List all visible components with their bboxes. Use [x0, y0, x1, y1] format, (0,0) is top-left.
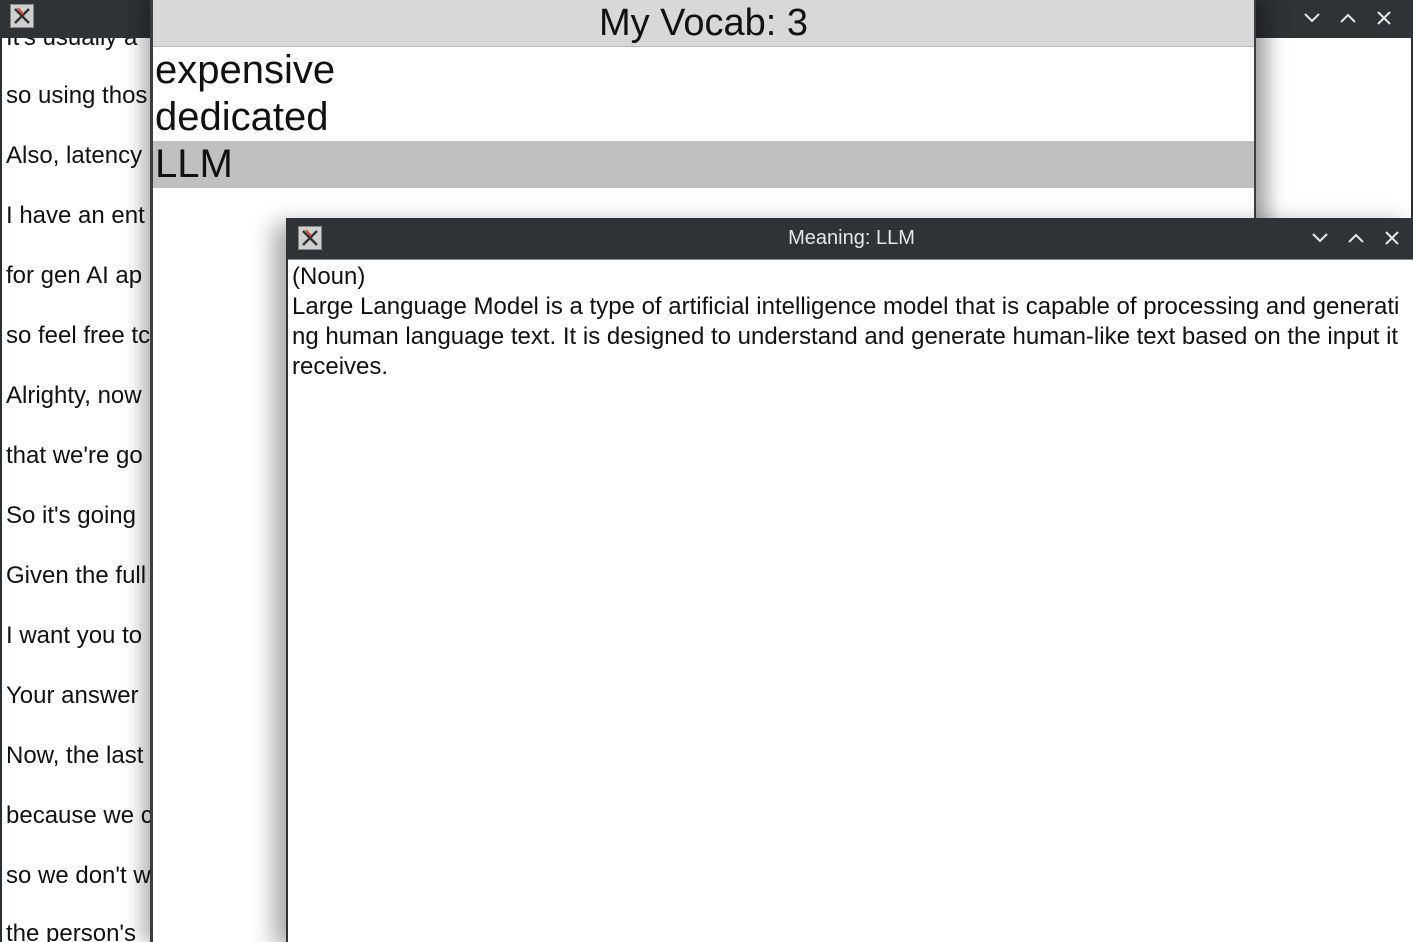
- meaning-window-title: Meaning: LLM: [788, 227, 915, 249]
- transcript-line: Now, the last: [6, 742, 144, 769]
- transcript-line: Your answer: [6, 682, 139, 709]
- transcript-line: so using thos: [6, 82, 148, 109]
- close-button[interactable]: [1370, 5, 1398, 31]
- vocab-count-header: My Vocab: 3: [153, 0, 1254, 47]
- transcript-line: I want you to: [6, 622, 143, 649]
- transcript-line: Alrighty, now: [6, 382, 142, 409]
- chevron-down-icon: [1312, 233, 1328, 243]
- app-icon: [10, 4, 34, 28]
- part-of-speech: (Noun): [292, 263, 366, 290]
- transcript-line: Also, latency: [6, 142, 143, 169]
- transcript-line: that we're go: [6, 442, 143, 469]
- definition-text: Large Language Model is a type of artifi…: [292, 293, 1400, 380]
- transcript-line: for gen AI ap: [6, 262, 143, 289]
- close-icon: [1385, 231, 1399, 245]
- minimize-button[interactable]: [1298, 5, 1326, 31]
- chevron-down-icon: [1304, 13, 1320, 23]
- vocab-item-selected[interactable]: LLM: [153, 141, 1254, 188]
- meaning-titlebar[interactable]: Meaning: LLM: [288, 218, 1413, 259]
- meaning-window: Meaning: LLM (Noun) Large Language Model…: [286, 218, 1413, 942]
- maximize-button[interactable]: [1334, 5, 1362, 31]
- maximize-button[interactable]: [1342, 225, 1370, 251]
- vocab-list[interactable]: expensive dedicated LLM: [153, 47, 1254, 188]
- meaning-text-area[interactable]: (Noun) Large Language Model is a type of…: [288, 259, 1413, 942]
- transcript-line: So it's going: [6, 502, 136, 529]
- transcript-line: so feel free tc: [6, 322, 151, 349]
- minimize-button[interactable]: [1306, 225, 1334, 251]
- transcript-line: It's usually a: [6, 38, 137, 52]
- close-button[interactable]: [1378, 225, 1406, 251]
- transcript-line: I have an ent: [6, 202, 145, 229]
- vocab-item[interactable]: expensive: [153, 47, 1254, 94]
- transcript-line: the person's: [6, 920, 136, 942]
- chevron-up-icon: [1348, 233, 1364, 243]
- chevron-up-icon: [1340, 13, 1356, 23]
- transcript-line: so we don't w: [6, 862, 151, 889]
- close-icon: [1377, 11, 1391, 25]
- vocab-item[interactable]: dedicated: [153, 94, 1254, 141]
- transcript-line: Given the full: [6, 562, 147, 589]
- transcript-line: because we c: [6, 802, 153, 829]
